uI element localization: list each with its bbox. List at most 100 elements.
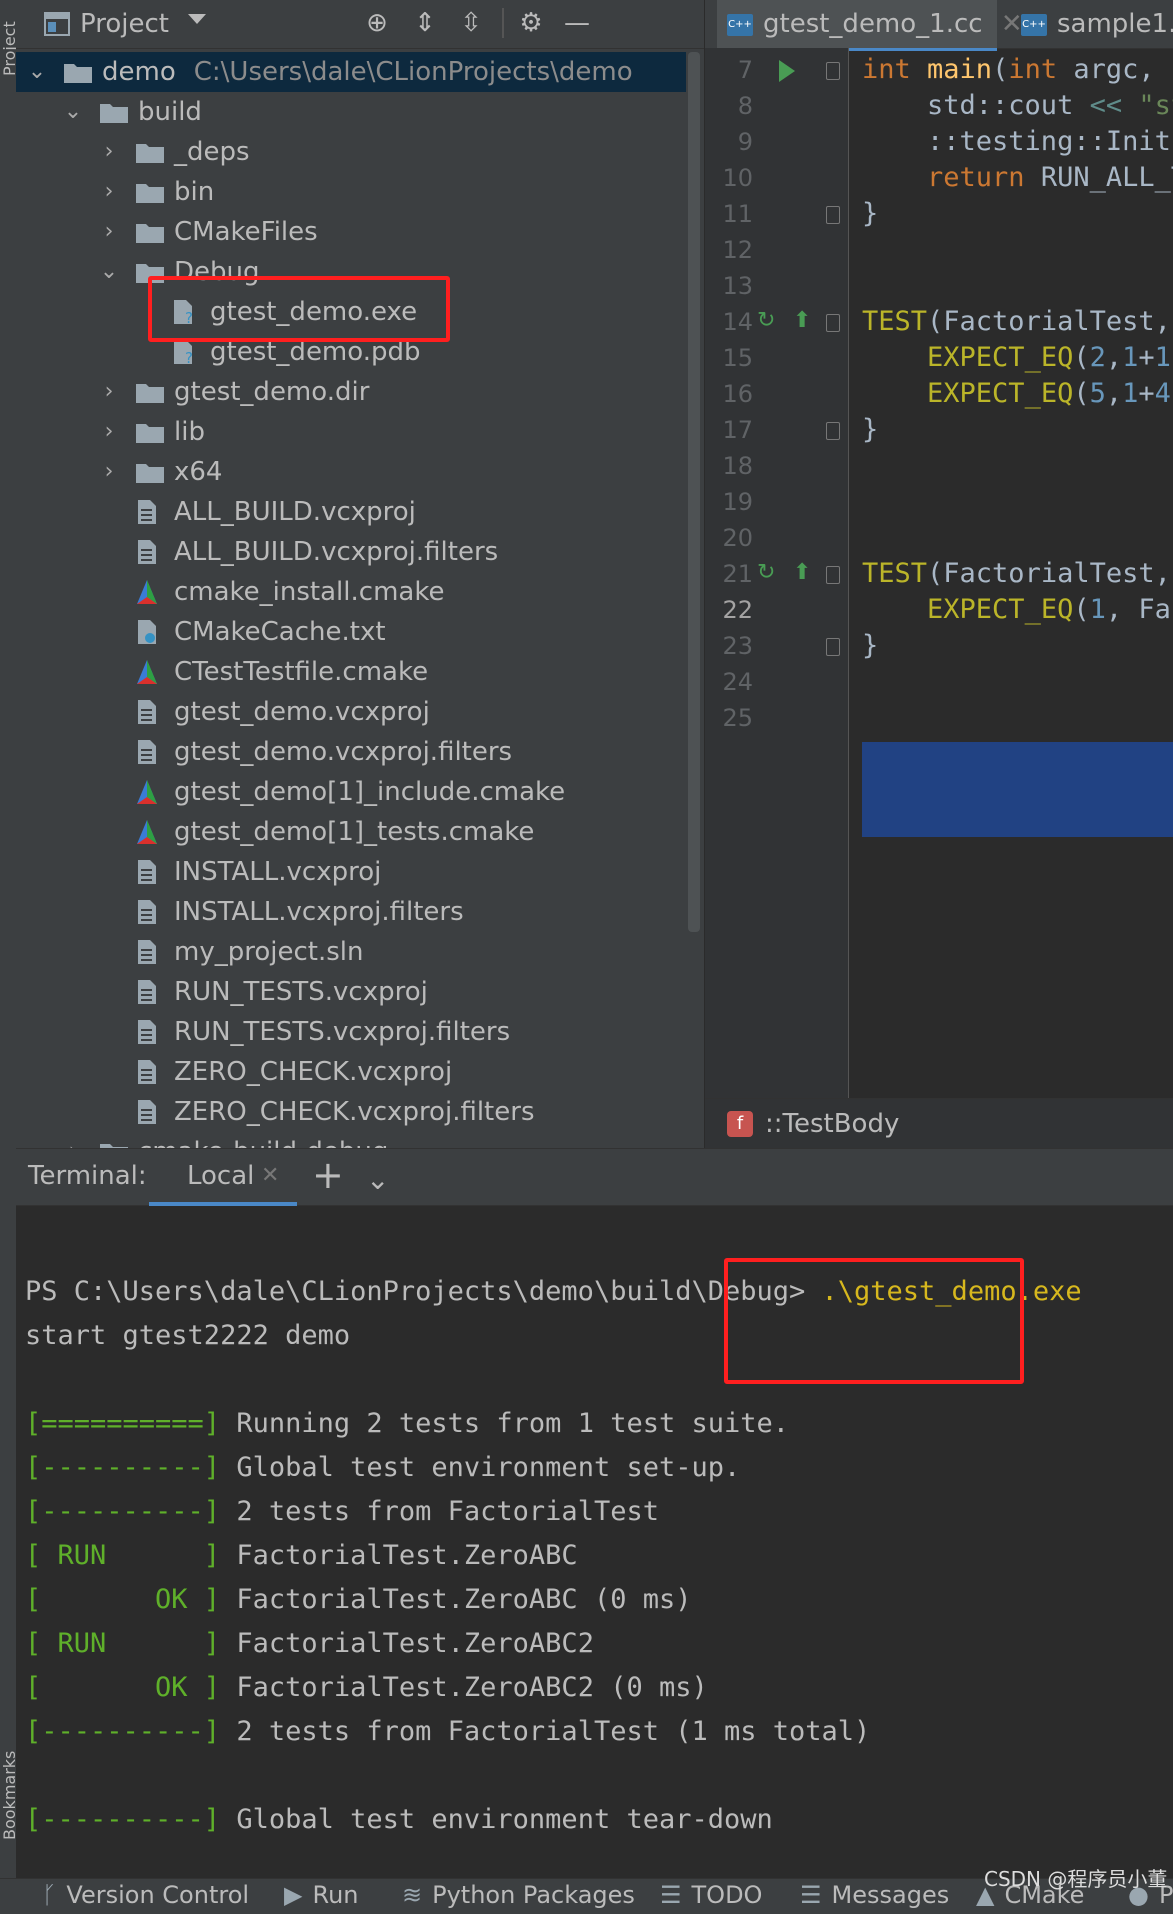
folder-icon — [136, 384, 164, 403]
breadcrumb-function[interactable]: ::TestBody — [765, 1099, 899, 1148]
status-item[interactable]: ☰ Messages — [800, 1881, 949, 1909]
tree-item[interactable]: ALL_BUILD.vcxproj — [16, 492, 686, 532]
code-token: 1 — [1154, 342, 1171, 373]
tree-item[interactable]: ⌄ build — [16, 92, 686, 132]
cmake-icon — [137, 820, 157, 844]
code-token: ( — [1073, 378, 1090, 409]
line-number: 15 — [722, 344, 753, 372]
side-tab-bookmarks[interactable]: Bookmarks — [0, 1700, 19, 1840]
text-file-icon — [138, 940, 156, 964]
run-arrow-icon[interactable] — [779, 60, 795, 82]
tree-item[interactable]: cmake_install.cmake — [16, 572, 686, 612]
chevron-right-icon[interactable]: › — [60, 1132, 86, 1148]
code-line: ::testing::Init( — [862, 126, 1173, 157]
test-run-icon[interactable]: ↻ — [757, 308, 775, 333]
chevron-right-icon[interactable]: › — [96, 412, 122, 452]
chevron-down-icon[interactable]: ⌄ — [24, 52, 50, 92]
implement-icon[interactable]: ⬆ — [793, 308, 811, 333]
tree-item[interactable]: › cmake-build-debug — [16, 1132, 686, 1148]
code-line: int main(int argc, c — [862, 54, 1173, 85]
test-run-icon[interactable]: ↻ — [757, 560, 775, 585]
tree-item[interactable]: RUN_TESTS.vcxproj.filters — [16, 1012, 686, 1052]
left-tool-strip: Project Bookmarks — [0, 0, 19, 1913]
collapse-all-icon[interactable]: ⇳ — [454, 6, 488, 40]
fold-marker-icon[interactable] — [826, 206, 840, 224]
terminal-dropdown-icon[interactable]: ⌄ — [366, 1163, 389, 1196]
tree-item[interactable]: gtest_demo.vcxproj.filters — [16, 732, 686, 772]
folder-icon — [136, 464, 164, 483]
chevron-down-icon[interactable]: ⌄ — [96, 252, 122, 292]
status-item[interactable]: ᚴ Version Control — [42, 1881, 249, 1909]
tree-item-label: ALL_BUILD.vcxproj.filters — [174, 537, 499, 567]
tree-item-label: cmake_install.cmake — [174, 577, 445, 607]
locate-icon[interactable]: ⊕ — [360, 6, 394, 40]
tree-item[interactable]: RUN_TESTS.vcxproj — [16, 972, 686, 1012]
tree-item[interactable]: gtest_demo[1]_include.cmake — [16, 772, 686, 812]
tab-gtest-demo-1[interactable]: C++ gtest_demo_1.cc ✕ — [717, 0, 1023, 51]
line-number: 13 — [722, 272, 753, 300]
tree-item-label: ZERO_CHECK.vcxproj.filters — [174, 1097, 535, 1127]
terminal-line: [==========] Running 2 tests from 1 test… — [25, 1408, 789, 1439]
fold-marker-icon[interactable] — [826, 422, 840, 440]
chevron-right-icon[interactable]: › — [96, 372, 122, 412]
tab-sample1[interactable]: C++ sample1.cc — [1011, 0, 1173, 48]
chevron-right-icon[interactable]: › — [96, 132, 122, 172]
tree-item[interactable]: ZERO_CHECK.vcxproj.filters — [16, 1092, 686, 1132]
code-token: } — [862, 414, 879, 445]
gear-icon[interactable]: ⚙ — [514, 6, 548, 40]
tree-root-path: C:\Users\dale\CLionProjects\demo — [193, 57, 633, 87]
tree-item[interactable]: my_project.sln — [16, 932, 686, 972]
tree-item[interactable]: gtest_demo[1]_tests.cmake — [16, 812, 686, 852]
tree-item[interactable]: CTestTestfile.cmake — [16, 652, 686, 692]
new-terminal-icon[interactable]: + — [312, 1153, 344, 1197]
code-line: EXPECT_EQ(1, Fac — [862, 594, 1173, 625]
status-item-label: Version Control — [66, 1881, 250, 1909]
terminal-tab-local[interactable]: Local ✕ — [149, 1149, 297, 1206]
tree-item[interactable]: gtest_demo.vcxproj — [16, 692, 686, 732]
tree-item[interactable]: INSTALL.vcxproj.filters — [16, 892, 686, 932]
tree-item[interactable]: › CMakeFiles — [16, 212, 686, 252]
tree-item[interactable]: › gtest_demo.dir — [16, 372, 686, 412]
code-line: TEST(FactorialTest, — [862, 306, 1171, 337]
tree-item[interactable]: › bin — [16, 172, 686, 212]
terminal-line: [ RUN ] FactorialTest.ZeroABC2 — [25, 1628, 594, 1659]
tree-item[interactable]: ZERO_CHECK.vcxproj — [16, 1052, 686, 1092]
status-item[interactable]: ▶ Run — [284, 1881, 359, 1909]
fold-marker-icon[interactable] — [826, 314, 840, 332]
status-item[interactable]: ≋ Python Packages — [402, 1881, 635, 1909]
fold-marker-icon[interactable] — [826, 638, 840, 656]
tree-item[interactable]: CMakeCache.txt — [16, 612, 686, 652]
chevron-down-icon[interactable]: ⌄ — [60, 92, 86, 132]
close-terminal-tab-icon[interactable]: ✕ — [261, 1163, 279, 1188]
tree-root-demo[interactable]: ⌄ demo C:\Users\dale\CLionProjects\demo — [16, 52, 686, 92]
chevron-right-icon[interactable]: › — [96, 452, 122, 492]
expand-all-icon[interactable]: ⇕ — [408, 6, 442, 40]
tree-scrollbar[interactable] — [688, 52, 700, 932]
chevron-right-icon[interactable]: › — [96, 212, 122, 252]
fold-marker-icon[interactable] — [826, 62, 840, 80]
tree-item[interactable]: › _deps — [16, 132, 686, 172]
terminal-text: FactorialTest.ZeroABC (0 ms) — [236, 1584, 692, 1615]
fold-marker-icon[interactable] — [826, 566, 840, 584]
view-dropdown-icon[interactable] — [188, 14, 206, 24]
text-file-icon — [138, 1100, 156, 1124]
tree-item[interactable]: › lib — [16, 412, 686, 452]
hide-panel-icon[interactable]: — — [560, 6, 594, 40]
status-item[interactable]: ☰ TODO — [660, 1881, 762, 1909]
side-tab-project[interactable]: Project — [0, 6, 19, 76]
implement-icon[interactable]: ⬆ — [793, 560, 811, 585]
folder-icon — [136, 424, 164, 443]
tree-item[interactable]: › x64 — [16, 452, 686, 492]
tree-item[interactable]: INSTALL.vcxproj — [16, 852, 686, 892]
project-panel-header: Project ⊕ ⇕ ⇳ ⚙ — — [16, 0, 704, 49]
code-token: 2 — [1089, 342, 1106, 373]
line-number: 10 — [722, 164, 753, 192]
tree-item-label: CTestTestfile.cmake — [174, 657, 429, 687]
project-panel-title[interactable]: Project — [80, 9, 169, 39]
cmake-icon — [137, 660, 157, 684]
tree-item[interactable]: ALL_BUILD.vcxproj.filters — [16, 532, 686, 572]
chevron-right-icon[interactable]: › — [96, 172, 122, 212]
code-token: int — [862, 54, 928, 85]
tree-item-label: CMakeFiles — [174, 217, 318, 247]
header-divider — [502, 8, 504, 38]
